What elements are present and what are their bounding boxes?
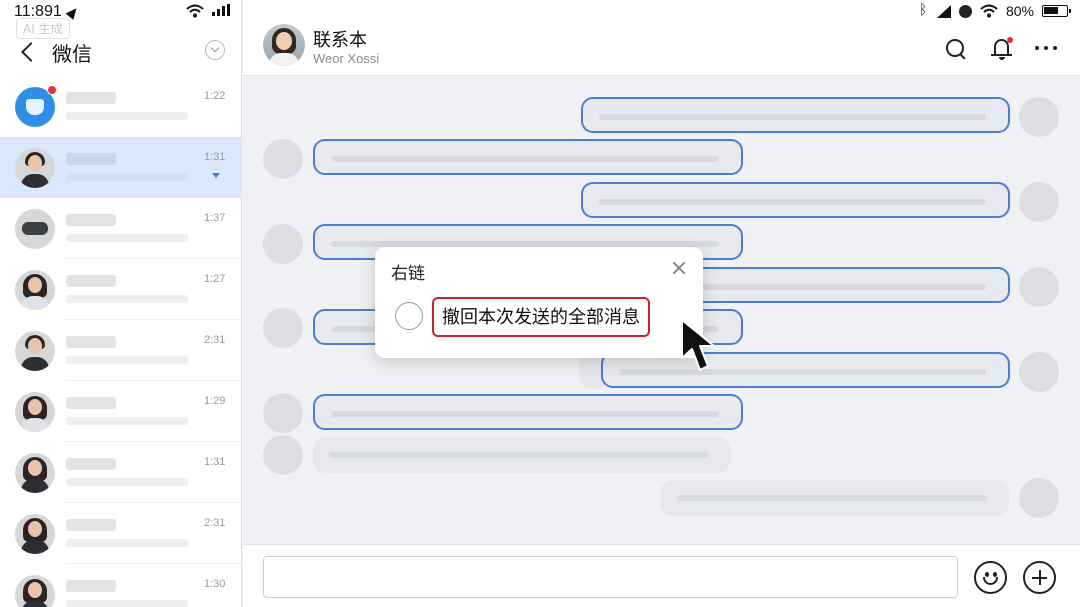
message-bubble-received[interactable] [313,437,730,473]
status-bar-right: 80% [919,1,1071,20]
clock-icon [958,4,972,18]
sender-avatar-placeholder [1019,182,1059,222]
chat-name-placeholder [66,580,116,592]
chat-time: 1:30 [204,578,226,590]
chat-name-placeholder [66,519,116,531]
chat-time: 2:31 [204,517,226,529]
chat-list-item[interactable]: 1:37 [0,198,242,259]
chat-name-placeholder [66,275,116,287]
chat-time: 1:37 [204,212,226,224]
bluetooth-icon [919,1,929,18]
chat-preview-placeholder [66,600,188,607]
battery-icon [1042,5,1071,17]
sender-avatar-placeholder [1019,352,1059,392]
message-input[interactable] [263,556,958,598]
avatar [15,575,55,607]
receiver-avatar-placeholder [263,435,303,475]
chat-time: 1:31 [204,151,226,163]
sidebar-title: 微信 [52,42,92,66]
avatar [15,148,55,188]
chat-name-placeholder [66,153,116,165]
recall-options-popup: 右链 撤回本次发送的全部消息 [375,247,703,358]
chat-list-item[interactable]: 1:30 [0,564,242,607]
avatar [15,514,55,554]
contact-subtitle: Weor Xossi [313,51,380,66]
chat-preview-placeholder [66,173,188,181]
mouse-pointer-icon [681,319,715,371]
composer-bar [243,544,1080,607]
unread-badge [47,85,57,95]
sender-avatar-placeholder [1019,267,1059,307]
chat-name-placeholder [66,458,116,470]
message-bubble-sent[interactable] [581,182,1010,218]
avatar [15,453,55,493]
message-bubble-sent[interactable] [581,97,1010,133]
chat-time: 1:27 [204,273,226,285]
chat-name-placeholder [66,336,116,348]
chat-time: 1:29 [204,395,226,407]
message-bubble-received[interactable] [313,394,743,430]
search-icon[interactable] [945,38,967,60]
option-radio[interactable] [395,302,423,330]
signal-icon [936,4,951,18]
chevron-down-icon[interactable] [205,40,225,60]
chat-list-item[interactable]: 1:27 [0,259,242,320]
receiver-avatar-placeholder [263,308,303,348]
chat-name-placeholder [66,397,116,409]
recall-all-option-label[interactable]: 撤回本次发送的全部消息 [432,297,650,337]
sender-avatar-placeholder [1019,97,1059,137]
chat-preview-placeholder [66,417,188,425]
chat-time: 2:31 [204,334,226,346]
chat-preview-placeholder [66,478,188,486]
chat-list-item[interactable]: 1:31 [0,442,242,503]
wifi-icon [186,4,204,18]
chat-list-item[interactable]: 1:29 [0,381,242,442]
contact-name: 联系本 [313,30,367,51]
back-arrow-icon[interactable] [18,39,40,65]
avatar [15,392,55,432]
receiver-avatar-placeholder [263,139,303,179]
popup-title: 右链 [391,264,425,284]
chat-preview-placeholder [66,295,188,303]
close-icon[interactable] [671,260,687,276]
chat-list-item[interactable]: 1:22 [0,76,242,137]
sidebar-header: 微信 [0,30,242,74]
chat-list: 1:22 1:31 1:37 1:27 2:31 1:29 1:31 2:31 … [0,76,242,607]
receiver-avatar-placeholder [263,393,303,433]
chat-preview-placeholder [66,356,188,364]
add-plus-icon[interactable] [1023,561,1056,594]
contact-avatar[interactable] [263,24,305,66]
chat-time: 1:22 [204,90,226,102]
chat-name-placeholder [66,92,116,104]
message-bubble-received[interactable] [313,139,743,175]
cell-signal-icon [212,4,230,16]
message-bubble-sent[interactable] [661,480,1009,516]
avatar [15,270,55,310]
sender-avatar-placeholder [1019,478,1059,518]
bell-icon[interactable] [991,37,1013,61]
chat-list-sidebar: 11:891 AI 生成 微信 1:22 1:31 1:37 1:27 2:31… [0,0,242,607]
chat-list-item-active[interactable]: 1:31 [0,137,242,198]
wifi-icon [980,4,998,18]
chat-preview-placeholder [66,234,188,242]
more-options-icon[interactable] [1035,46,1057,52]
chat-list-item[interactable]: 2:31 [0,503,242,564]
chat-list-item[interactable]: 2:31 [0,320,242,381]
avatar [15,209,55,249]
location-arrow-icon [65,4,81,20]
chat-preview-placeholder [66,539,188,547]
avatar [15,331,55,371]
receiver-avatar-placeholder [263,224,303,264]
caret-down-icon [212,173,220,178]
notification-dot [1007,37,1013,43]
chat-header: 80% 联系本 Weor Xossi [243,0,1080,76]
emoji-icon[interactable] [974,561,1007,594]
chat-preview-placeholder [66,112,188,120]
chat-name-placeholder [66,214,116,226]
chat-time: 1:31 [204,456,226,468]
battery-percent: 80% [1005,3,1034,19]
